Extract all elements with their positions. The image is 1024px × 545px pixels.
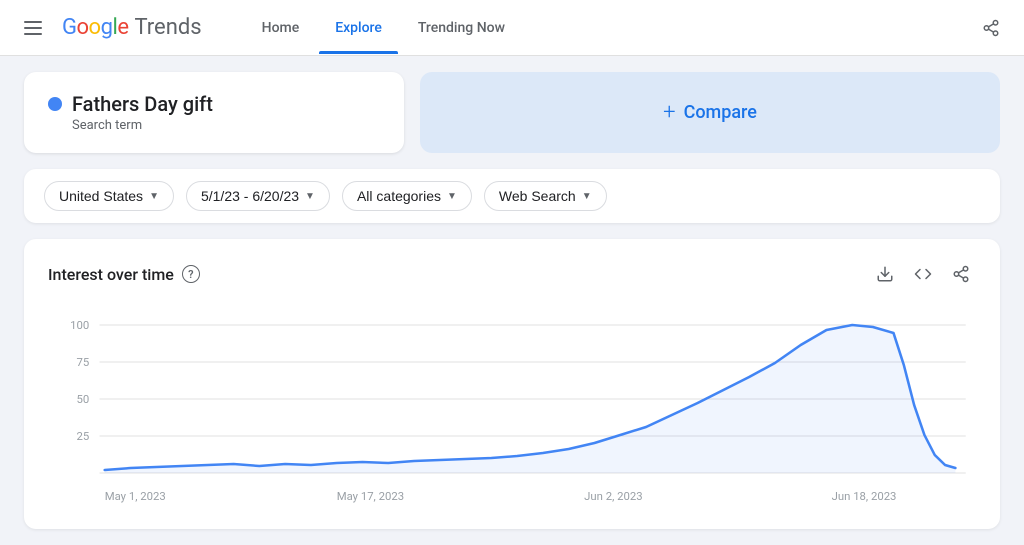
svg-text:25: 25 <box>77 430 90 443</box>
date-filter-label: 5/1/23 - 6/20/23 <box>201 188 299 204</box>
svg-text:75: 75 <box>77 356 90 369</box>
svg-text:Jun 18, 2023: Jun 18, 2023 <box>832 490 897 503</box>
category-filter-label: All categories <box>357 188 441 204</box>
svg-text:50: 50 <box>77 393 90 406</box>
search-term-card: Fathers Day gift Search term <box>24 72 404 153</box>
search-type-filter-label: Web Search <box>499 188 576 204</box>
trends-wordmark: Trends <box>134 15 201 40</box>
plus-icon: + <box>663 100 675 125</box>
svg-text:Jun 2, 2023: Jun 2, 2023 <box>584 490 642 503</box>
filter-bar: United States ▼ 5/1/23 - 6/20/23 ▼ All c… <box>24 169 1000 223</box>
search-term-header: Fathers Day gift <box>48 92 380 116</box>
chart-header: Interest over time ? <box>48 259 976 289</box>
svg-text:100: 100 <box>70 319 89 332</box>
chevron-down-icon: ▼ <box>149 191 159 202</box>
embed-button[interactable] <box>908 259 938 289</box>
chart-actions <box>870 259 976 289</box>
search-type-filter[interactable]: Web Search ▼ <box>484 181 607 211</box>
compare-inner: + Compare <box>663 100 757 125</box>
header-share-button[interactable] <box>974 11 1008 45</box>
top-cards-row: Fathers Day gift Search term + Compare <box>24 72 1000 153</box>
nav-home[interactable]: Home <box>246 12 316 44</box>
chevron-down-icon: ▼ <box>305 191 315 202</box>
search-term-dot <box>48 97 62 111</box>
hamburger-menu-icon[interactable] <box>16 13 50 43</box>
location-filter-label: United States <box>59 188 143 204</box>
chart-svg: 100 75 50 25 May 1, 2023 May 17, 2023 Ju… <box>48 305 976 505</box>
main-nav: Home Explore Trending Now <box>246 12 521 44</box>
google-wordmark: Google <box>62 15 128 40</box>
chevron-down-icon: ▼ <box>582 191 592 202</box>
main-content: Fathers Day gift Search term + Compare U… <box>0 56 1024 545</box>
search-term-type: Search term <box>72 118 380 133</box>
svg-text:May 17, 2023: May 17, 2023 <box>337 490 404 503</box>
share-button[interactable] <box>946 259 976 289</box>
download-button[interactable] <box>870 259 900 289</box>
date-filter[interactable]: 5/1/23 - 6/20/23 ▼ <box>186 181 330 211</box>
search-term-name: Fathers Day gift <box>72 92 213 116</box>
compare-label: Compare <box>684 102 757 123</box>
location-filter[interactable]: United States ▼ <box>44 181 174 211</box>
nav-trending-now[interactable]: Trending Now <box>402 12 521 44</box>
help-icon[interactable]: ? <box>182 265 200 283</box>
chevron-down-icon: ▼ <box>447 191 457 202</box>
header: Google Trends Home Explore Trending Now <box>0 0 1024 56</box>
nav-explore[interactable]: Explore <box>319 12 398 44</box>
header-left: Google Trends Home Explore Trending Now <box>16 12 521 44</box>
interest-over-time-chart: 100 75 50 25 May 1, 2023 May 17, 2023 Ju… <box>48 305 976 509</box>
svg-text:May 1, 2023: May 1, 2023 <box>105 490 166 503</box>
compare-card[interactable]: + Compare <box>420 72 1000 153</box>
chart-title-area: Interest over time ? <box>48 265 200 284</box>
chart-card: Interest over time ? <box>24 239 1000 529</box>
google-trends-logo: Google Trends <box>62 15 202 40</box>
category-filter[interactable]: All categories ▼ <box>342 181 472 211</box>
chart-title: Interest over time <box>48 265 174 284</box>
